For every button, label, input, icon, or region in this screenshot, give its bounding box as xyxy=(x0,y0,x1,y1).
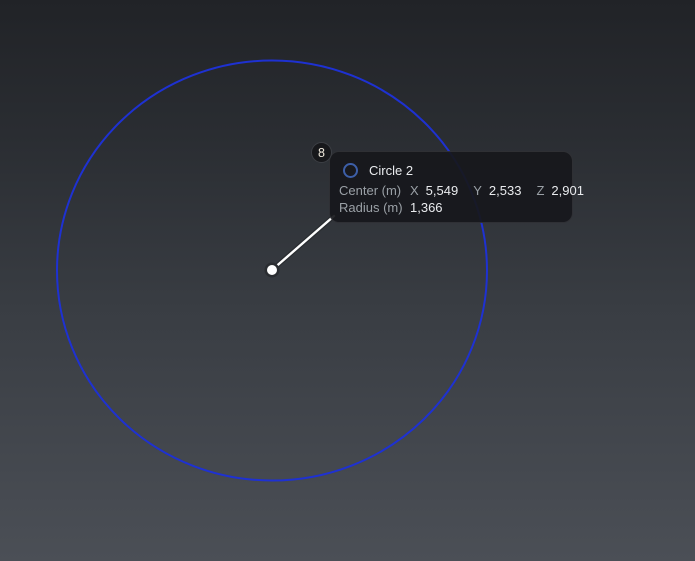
z-value: 2,901 xyxy=(551,184,584,197)
annotation-count-badge[interactable]: 8 xyxy=(311,142,332,163)
radius-value: 1,366 xyxy=(410,201,443,214)
circle-outline-icon xyxy=(343,163,358,178)
z-axis-label: Z xyxy=(536,184,544,197)
3d-viewport[interactable]: Circle 2 Center (m) X 5,549 Y 2,533 Z 2,… xyxy=(0,0,695,561)
radius-row: Radius (m) 1,366 xyxy=(339,199,567,216)
center-point-dot xyxy=(267,265,277,275)
center-label: Center (m) xyxy=(339,184,410,197)
y-axis-label: Y xyxy=(473,184,482,197)
x-axis-label: X xyxy=(410,184,419,197)
y-value: 2,533 xyxy=(489,184,522,197)
leader-line xyxy=(272,216,334,270)
scene-canvas xyxy=(0,0,695,561)
measurement-tooltip[interactable]: Circle 2 Center (m) X 5,549 Y 2,533 Z 2,… xyxy=(329,151,573,223)
x-value: 5,549 xyxy=(426,184,459,197)
tooltip-title: Circle 2 xyxy=(369,164,413,177)
tooltip-leader-line xyxy=(272,216,334,270)
tooltip-header: Circle 2 xyxy=(339,158,567,182)
radius-label: Radius (m) xyxy=(339,201,410,214)
center-row: Center (m) X 5,549 Y 2,533 Z 2,901 xyxy=(339,182,567,199)
circle-center-point[interactable] xyxy=(265,263,280,278)
